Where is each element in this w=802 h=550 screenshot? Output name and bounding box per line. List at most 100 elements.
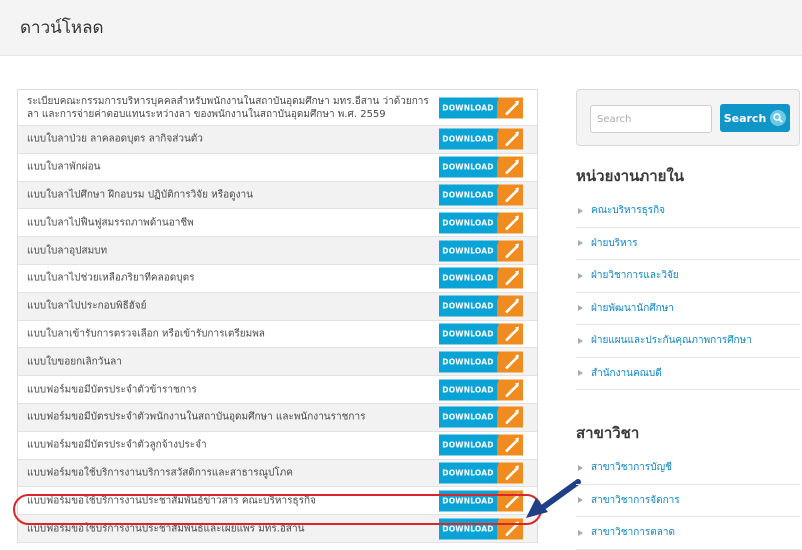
download-title: แบบใบลาเข้ารับการตรวจเลือก หรือเข้ารับกา… (27, 328, 265, 340)
triangle-right-icon (578, 497, 583, 504)
download-title: แบบฟอร์มขอมีบัตรประจำตัวพนักงานในสถาบันอ… (27, 411, 366, 423)
download-title: แบบใบขอยกเลิกวันลา (27, 356, 122, 368)
sidebar-item-internal-unit[interactable]: ฝ่ายแผนและประกันคุณภาพการศึกษา (576, 325, 800, 358)
sidebar-item-major[interactable]: สาขาวิชาการบัญชี (576, 452, 800, 485)
download-button[interactable]: DOWNLOAD (439, 240, 523, 262)
pencil-arrow-icon (497, 295, 523, 317)
download-row: แบบใบลาไปช่วยเหลือภริยาที่คลอดบุตร DOWNLO… (18, 264, 537, 293)
pencil-arrow-icon (497, 267, 523, 289)
download-title: แบบฟอร์มขอใช้บริการงานประชาสัมพันธ์และเผ… (27, 523, 305, 535)
internal-units-heading: หน่วยงานภายใน (576, 167, 685, 185)
pencil-arrow-icon (497, 323, 523, 345)
download-title: แบบใบลาไปฟื้นฟูสมรรถภาพด้านอาชีพ (27, 217, 194, 229)
pencil-arrow-icon (497, 156, 523, 178)
triangle-right-icon (578, 207, 583, 214)
download-button[interactable]: DOWNLOAD (439, 212, 523, 234)
sidebar-item-label: สำนักงานคณบดี (591, 367, 662, 379)
sidebar-item-label: ฝ่ายพัฒนานักศึกษา (591, 302, 674, 314)
download-button[interactable]: DOWNLOAD (439, 462, 523, 484)
sidebar-item-label: ฝ่ายบริหาร (591, 237, 638, 249)
download-row: แบบใบลาอุปสมบท DOWNLOAD (18, 237, 537, 265)
download-row: แบบฟอร์มขอมีบัตรประจำตัวลูกจ้างประจำ DOWN… (18, 431, 537, 460)
triangle-right-icon (578, 464, 583, 471)
download-title: แบบใบลาอุปสมบท (27, 245, 108, 257)
download-title: แบบฟอร์มขอมีบัตรประจำตัวข้าราชการ (27, 384, 197, 396)
download-button-label: DOWNLOAD (439, 434, 497, 456)
download-title: แบบใบลาป่วย ลาคลอดบุตร ลากิจส่วนตัว (27, 133, 203, 145)
download-title: แบบใบลาไปประกอบพิธีฮัจย์ (27, 300, 147, 312)
download-row: แบบฟอร์มขอมีบัตรประจำตัวข้าราชการ DOWNLOA… (18, 376, 537, 404)
download-button[interactable]: DOWNLOAD (439, 351, 523, 373)
pencil-arrow-icon (497, 434, 523, 456)
triangle-right-icon (578, 305, 583, 312)
sidebar-item-internal-unit[interactable]: ฝ่ายบริหาร (576, 228, 800, 260)
pencil-arrow-icon (497, 128, 523, 150)
sidebar-item-internal-unit[interactable]: ฝ่ายพัฒนานักศึกษา (576, 293, 800, 325)
download-row: แบบใบขอยกเลิกวันลา DOWNLOAD (18, 348, 537, 377)
triangle-right-icon (578, 272, 583, 279)
download-button-label: DOWNLOAD (439, 295, 497, 317)
download-button[interactable]: DOWNLOAD (439, 267, 523, 289)
download-button-label: DOWNLOAD (439, 128, 497, 150)
download-button[interactable]: DOWNLOAD (439, 184, 523, 206)
download-row: แบบใบลาป่วย ลาคลอดบุตร ลากิจส่วนตัว DOWNL… (18, 126, 537, 154)
download-button[interactable]: DOWNLOAD (439, 490, 523, 512)
triangle-right-icon (578, 337, 583, 344)
download-title: แบบฟอร์มขอใช้บริการงานบริการสวัสดิการและ… (27, 467, 293, 479)
download-title: แบบใบลาไปศึกษา ฝึกอบรม ปฏิบัติการวิจัย ห… (27, 189, 253, 201)
download-row: แบบใบลาไปศึกษา ฝึกอบรม ปฏิบัติการวิจัย ห… (18, 181, 537, 210)
pencil-arrow-icon (497, 379, 523, 401)
download-row: แบบฟอร์มขอใช้บริการงานประชาสัมพันธ์และเผ… (18, 515, 537, 543)
download-button[interactable]: DOWNLOAD (439, 128, 523, 150)
search-icon (770, 110, 787, 126)
page-title: ดาวน์โหลด (20, 18, 104, 38)
sidebar-item-label: ฝ่ายวิชาการและวิจัย (591, 270, 679, 282)
download-button-label: DOWNLOAD (439, 462, 497, 484)
sidebar-item-label: สาขาวิชาการจัดการ (591, 494, 680, 506)
sidebar-item-label: สาขาวิชาการตลาด (591, 527, 675, 539)
download-button-label: DOWNLOAD (439, 212, 497, 234)
sidebar-item-major[interactable]: สาขาวิชาการจัดการ (576, 485, 800, 517)
sidebar-item-major[interactable]: สาขาวิชาการตลาด (576, 517, 800, 550)
download-button[interactable]: DOWNLOAD (439, 97, 523, 118)
pencil-arrow-icon (497, 97, 523, 118)
sidebar-item-internal-unit[interactable]: ฝ่ายวิชาการและวิจัย (576, 260, 800, 293)
pencil-arrow-icon (497, 462, 523, 484)
download-title: ระเบียบคณะกรรมการบริหารบุคคลสำหรับพนักงา… (27, 95, 429, 120)
search-input[interactable] (590, 105, 712, 133)
download-row: แบบใบลาพักผ่อน DOWNLOAD (18, 153, 537, 182)
sidebar-item-label: คณะบริหารธุรกิจ (591, 205, 666, 217)
download-title: แบบใบลาพักผ่อน (27, 161, 101, 173)
sidebar-item-internal-unit[interactable]: สำนักงานคณบดี (576, 358, 800, 390)
sidebar-item-label: ฝ่ายแผนและประกันคุณภาพการศึกษา (591, 335, 752, 347)
download-button[interactable]: DOWNLOAD (439, 434, 523, 456)
download-button-label: DOWNLOAD (439, 267, 497, 289)
search-button[interactable]: Search (720, 104, 790, 132)
download-button-label: DOWNLOAD (439, 156, 497, 178)
pencil-arrow-icon (497, 406, 523, 428)
download-button-label: DOWNLOAD (439, 406, 497, 428)
triangle-right-icon (578, 370, 583, 377)
pointer-arrow-icon (526, 479, 581, 518)
download-button[interactable]: DOWNLOAD (439, 518, 523, 540)
download-table: ระเบียบคณะกรรมการบริหารบุคคลสำหรับพนักงา… (17, 89, 538, 543)
download-button-label: DOWNLOAD (439, 490, 497, 512)
pencil-arrow-icon (497, 212, 523, 234)
download-row: แบบฟอร์มขอใช้บริการงานบริการสวัสดิการและ… (18, 459, 537, 488)
download-title: แบบใบลาไปช่วยเหลือภริยาที่คลอดบุตร (27, 272, 195, 284)
download-button[interactable]: DOWNLOAD (439, 379, 523, 401)
majors-list: สาขาวิชาการบัญชีสาขาวิชาการจัดการสาขาวิช… (576, 452, 800, 550)
sidebar-item-internal-unit[interactable]: คณะบริหารธุรกิจ (576, 195, 800, 228)
triangle-right-icon (578, 529, 583, 536)
download-button[interactable]: DOWNLOAD (439, 295, 523, 317)
sidebar-item-label: สาขาวิชาการบัญชี (591, 462, 672, 474)
pencil-arrow-icon (497, 490, 523, 512)
download-button[interactable]: DOWNLOAD (439, 406, 523, 428)
pencil-arrow-icon (497, 184, 523, 206)
download-button-label: DOWNLOAD (439, 518, 497, 540)
pencil-arrow-icon (497, 351, 523, 373)
download-button[interactable]: DOWNLOAD (439, 323, 523, 345)
download-button[interactable]: DOWNLOAD (439, 156, 523, 178)
search-button-label: Search (723, 111, 767, 125)
download-row: แบบใบลาเข้ารับการตรวจเลือก หรือเข้ารับกา… (18, 320, 537, 349)
